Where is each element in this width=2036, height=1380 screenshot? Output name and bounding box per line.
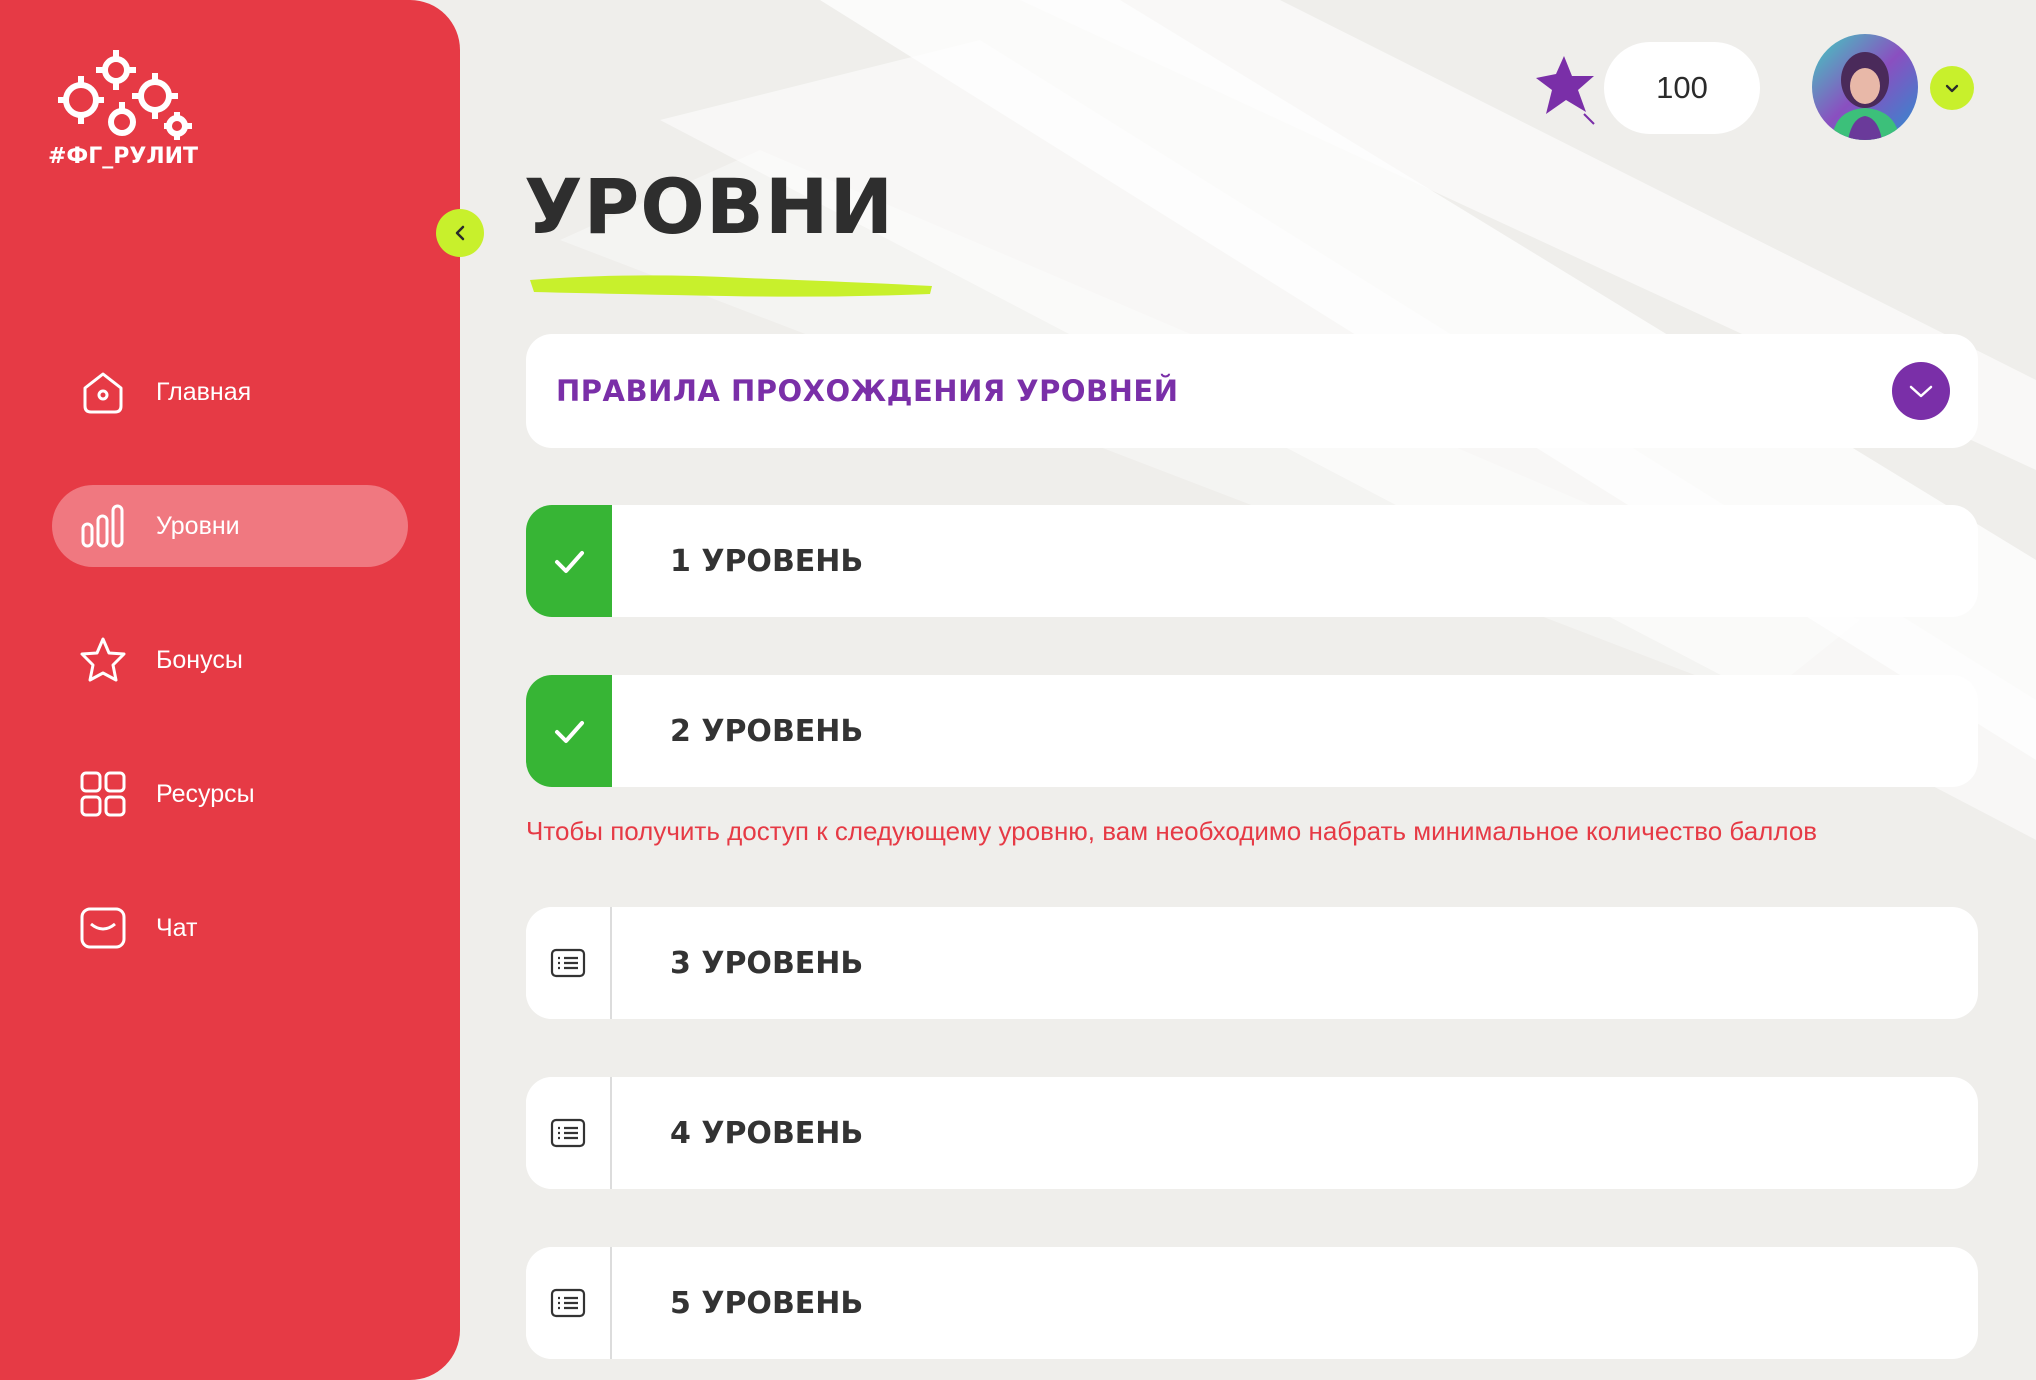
- level-card-3[interactable]: 3 УРОВЕНЬ: [526, 907, 1978, 1019]
- title-underline: [526, 268, 936, 302]
- sidebar-item-label: Чат: [156, 913, 198, 942]
- check-icon: [526, 505, 612, 617]
- sidebar-item-resources[interactable]: Ресурсы: [52, 753, 408, 835]
- level-card-1[interactable]: 1 УРОВЕНЬ: [526, 505, 1978, 617]
- level-card-5[interactable]: 5 УРОВЕНЬ: [526, 1247, 1978, 1359]
- sidebar-item-label: Главная: [156, 377, 252, 406]
- rules-title: ПРАВИЛА ПРОХОЖДЕНИЯ УРОВНЕЙ: [556, 374, 1179, 408]
- list-icon: [526, 1247, 612, 1359]
- points-counter: 100: [1604, 42, 1760, 134]
- profile-dropdown-button[interactable]: [1930, 66, 1974, 110]
- points-star-icon: [1528, 52, 1602, 126]
- rules-toggle-button[interactable]: [1892, 362, 1950, 420]
- check-icon: [526, 675, 612, 787]
- level-title: 5 УРОВЕНЬ: [670, 1285, 864, 1321]
- sidebar-item-chat[interactable]: Чат: [52, 887, 408, 969]
- level-title: 1 УРОВЕНЬ: [670, 543, 864, 579]
- home-icon: [78, 367, 128, 417]
- grid-icon: [78, 769, 128, 819]
- avatar[interactable]: [1812, 34, 1918, 140]
- level-title: 4 УРОВЕНЬ: [670, 1115, 864, 1151]
- gears-icon: [58, 50, 192, 140]
- level-card-2[interactable]: 2 УРОВЕНЬ: [526, 675, 1978, 787]
- level-title: 3 УРОВЕНЬ: [670, 945, 864, 981]
- levels-icon: [78, 501, 128, 551]
- star-icon: [78, 635, 128, 685]
- rules-accordion[interactable]: ПРАВИЛА ПРОХОЖДЕНИЯ УРОВНЕЙ: [526, 334, 1978, 448]
- level-card-4[interactable]: 4 УРОВЕНЬ: [526, 1077, 1978, 1189]
- brand-logo[interactable]: #ФГ_РУЛИТ: [48, 46, 208, 176]
- chevron-left-icon: [455, 225, 465, 241]
- access-notice: Чтобы получить доступ к следующему уровн…: [526, 816, 1818, 846]
- collapse-sidebar-button[interactable]: [436, 209, 484, 257]
- sidebar-item-bonuses[interactable]: Бонусы: [52, 619, 408, 701]
- sidebar-item-label: Ресурсы: [156, 779, 255, 808]
- level-title: 2 УРОВЕНЬ: [670, 713, 864, 749]
- list-icon: [526, 907, 612, 1019]
- logo-text: #ФГ_РУЛИТ: [48, 144, 199, 169]
- list-icon: [526, 1077, 612, 1189]
- sidebar-item-label: Уровни: [156, 511, 240, 540]
- sidebar-item-label: Бонусы: [156, 645, 243, 674]
- chevron-down-icon: [1945, 84, 1959, 93]
- sidebar-item-home[interactable]: Главная: [52, 351, 408, 433]
- sidebar: #ФГ_РУЛИТ Главная Уровни Бонусы Ресурсы …: [0, 0, 460, 1380]
- chat-icon: [78, 903, 128, 953]
- page-title: УРОВНИ: [524, 162, 895, 251]
- sidebar-item-levels[interactable]: Уровни: [52, 485, 408, 567]
- chevron-down-icon: [1909, 385, 1933, 398]
